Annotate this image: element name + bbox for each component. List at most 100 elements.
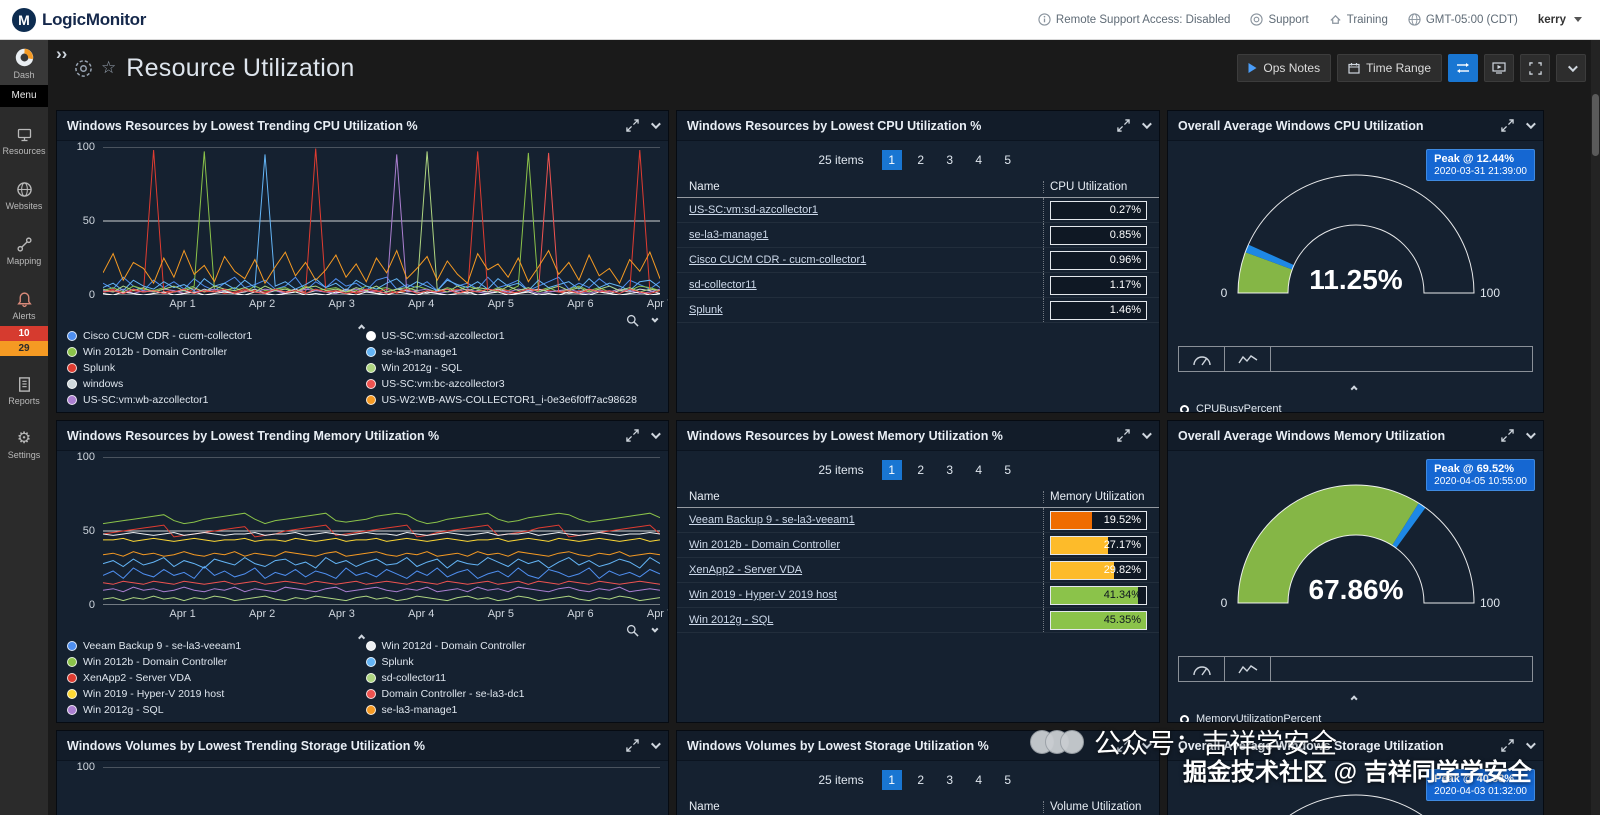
chevron-down-icon[interactable]	[1526, 122, 1533, 129]
pagination-page[interactable]: 4	[969, 770, 989, 790]
storage-trend-chart[interactable]	[103, 767, 660, 815]
vertical-scrollbar[interactable]	[1591, 40, 1600, 815]
logicmonitor-logo[interactable]: M LogicMonitor	[0, 8, 146, 32]
support-link[interactable]: Support	[1250, 13, 1308, 26]
sparkline-view-button[interactable]	[1225, 657, 1271, 681]
pagination-page[interactable]: 3	[940, 150, 960, 170]
sidebar-item-dash[interactable]: Dash	[0, 40, 48, 85]
expand-icon[interactable]	[1501, 739, 1514, 752]
expand-icon[interactable]	[626, 739, 639, 752]
legend-item[interactable]: Win 2012g - SQL	[366, 362, 659, 374]
sidebar-item-alerts[interactable]: Alerts	[0, 283, 48, 326]
pagination-page[interactable]: 2	[911, 460, 931, 480]
dashboard-menu-button[interactable]	[1556, 54, 1586, 82]
legend-item[interactable]: Splunk	[67, 362, 360, 374]
alert-count-warning[interactable]: 29	[0, 341, 48, 356]
legend-item[interactable]: se-la3-manage1	[366, 346, 659, 358]
gauge-view-button[interactable]	[1179, 347, 1225, 371]
legend-item[interactable]: Win 2012d - Domain Controller	[366, 640, 659, 652]
time-range-button[interactable]: Time Range	[1337, 54, 1442, 82]
resource-link[interactable]: XenApp2 - Server VDA	[689, 564, 1035, 576]
dashboard-group-icon[interactable]	[74, 59, 93, 78]
chevron-down-icon[interactable]	[651, 318, 656, 323]
slideshow-button[interactable]	[1484, 54, 1514, 82]
expand-icon[interactable]	[1117, 119, 1130, 132]
legend-item[interactable]: Win 2012b - Domain Controller	[67, 656, 360, 668]
legend-item[interactable]: Win 2019 - Hyper-V 2019 host	[67, 688, 360, 700]
sidebar-item-settings[interactable]: ⚙ Settings	[0, 423, 48, 465]
chevron-down-icon[interactable]	[651, 628, 656, 633]
resource-link[interactable]: se-la3-manage1	[689, 229, 1035, 241]
legend-item[interactable]: US-SC:vm:wb-azcollector1	[67, 394, 360, 406]
pagination-page[interactable]: 5	[998, 770, 1018, 790]
pagination-page[interactable]: 4	[969, 150, 989, 170]
legend-item[interactable]: Win 2012g - SQL	[67, 704, 360, 716]
sidebar-item-resources[interactable]: Resources	[0, 119, 48, 161]
timezone-selector[interactable]: GMT-05:00 (CDT)	[1408, 13, 1518, 26]
scrollbar-thumb[interactable]	[1592, 94, 1599, 156]
sidebar-collapse-button[interactable]: ››	[50, 42, 73, 66]
resource-link[interactable]: Cisco CUCM CDR - cucm-collector1	[689, 254, 1035, 266]
legend-item[interactable]: XenApp2 - Server VDA	[67, 672, 360, 684]
pagination-page[interactable]: 1	[882, 460, 902, 480]
resource-link[interactable]: Win 2012g - SQL	[689, 614, 1035, 626]
legend-item[interactable]: windows	[67, 378, 360, 390]
cpu-trend-chart[interactable]	[103, 147, 660, 295]
zoom-magnifier-icon[interactable]	[626, 314, 639, 327]
expand-icon[interactable]	[1501, 119, 1514, 132]
chevron-down-icon[interactable]	[651, 122, 658, 129]
resource-link[interactable]: US-SC:vm:sd-azcollector1	[689, 204, 1035, 216]
pagination-page[interactable]: 1	[882, 150, 902, 170]
pagination-page[interactable]: 2	[911, 770, 931, 790]
collapse-legend-chevron[interactable]	[360, 626, 365, 644]
collapse-legend-chevron[interactable]	[360, 316, 365, 334]
ops-notes-button[interactable]: Ops Notes	[1237, 54, 1331, 82]
memory-trend-chart[interactable]	[103, 457, 660, 605]
sidebar-item-mapping[interactable]: Mapping	[0, 228, 48, 271]
resource-link[interactable]: Veeam Backup 9 - se-la3-veeam1	[689, 514, 1035, 526]
chevron-down-icon[interactable]	[1142, 122, 1149, 129]
pagination-page[interactable]: 3	[940, 460, 960, 480]
sidebar-item-reports[interactable]: Reports	[0, 368, 48, 411]
alert-count-critical[interactable]: 10	[0, 326, 48, 341]
user-menu[interactable]: kerry	[1538, 14, 1582, 26]
expand-icon[interactable]	[626, 429, 639, 442]
resource-link[interactable]: Splunk	[689, 304, 1035, 316]
legend-item[interactable]: US-W2:WB-AWS-COLLECTOR1_i-0e3e6f0ff7ac98…	[366, 394, 659, 406]
legend-item[interactable]: se-la3-manage1	[366, 704, 659, 716]
legend-item[interactable]: Veeam Backup 9 - se-la3-veeam1	[67, 640, 360, 652]
favorite-star-icon[interactable]: ☆	[101, 58, 116, 78]
expand-icon[interactable]	[626, 119, 639, 132]
collapse-chevron[interactable]	[1353, 377, 1358, 395]
pagination-page[interactable]: 2	[911, 150, 931, 170]
pagination-page[interactable]: 3	[940, 770, 960, 790]
legend-item[interactable]: Win 2012b - Domain Controller	[67, 346, 360, 358]
sidebar-item-websites[interactable]: Websites	[0, 173, 48, 216]
gauge-view-button[interactable]	[1179, 657, 1225, 681]
legend-item[interactable]: US-SC:vm:sd-azcollector1	[366, 330, 659, 342]
chevron-down-icon[interactable]	[1526, 432, 1533, 439]
pagination-page[interactable]: 1	[882, 770, 902, 790]
chevron-down-icon[interactable]	[1142, 432, 1149, 439]
pagination-page[interactable]: 5	[998, 460, 1018, 480]
collapse-chevron[interactable]	[1353, 687, 1358, 705]
zoom-magnifier-icon[interactable]	[626, 624, 639, 637]
legend-item[interactable]: sd-collector11	[366, 672, 659, 684]
training-link[interactable]: Training	[1329, 13, 1388, 26]
expand-icon[interactable]	[1501, 429, 1514, 442]
resource-link[interactable]: Win 2019 - Hyper-V 2019 host	[689, 589, 1035, 601]
fullscreen-button[interactable]	[1520, 54, 1550, 82]
chevron-down-icon[interactable]	[1526, 742, 1533, 749]
legend-item[interactable]: Splunk	[366, 656, 659, 668]
chevron-down-icon[interactable]	[651, 432, 658, 439]
sidebar-item-menu[interactable]: Menu	[0, 85, 48, 107]
pagination-page[interactable]: 4	[969, 460, 989, 480]
chevron-down-icon[interactable]	[651, 742, 658, 749]
refresh-shuffle-button[interactable]	[1448, 54, 1478, 82]
legend-item[interactable]: US-SC:vm:bc-azcollector3	[366, 378, 659, 390]
sparkline-view-button[interactable]	[1225, 347, 1271, 371]
legend-item[interactable]: Cisco CUCM CDR - cucm-collector1	[67, 330, 360, 342]
resource-link[interactable]: Win 2012b - Domain Controller	[689, 539, 1035, 551]
resource-link[interactable]: sd-collector11	[689, 279, 1035, 291]
pagination-page[interactable]: 5	[998, 150, 1018, 170]
